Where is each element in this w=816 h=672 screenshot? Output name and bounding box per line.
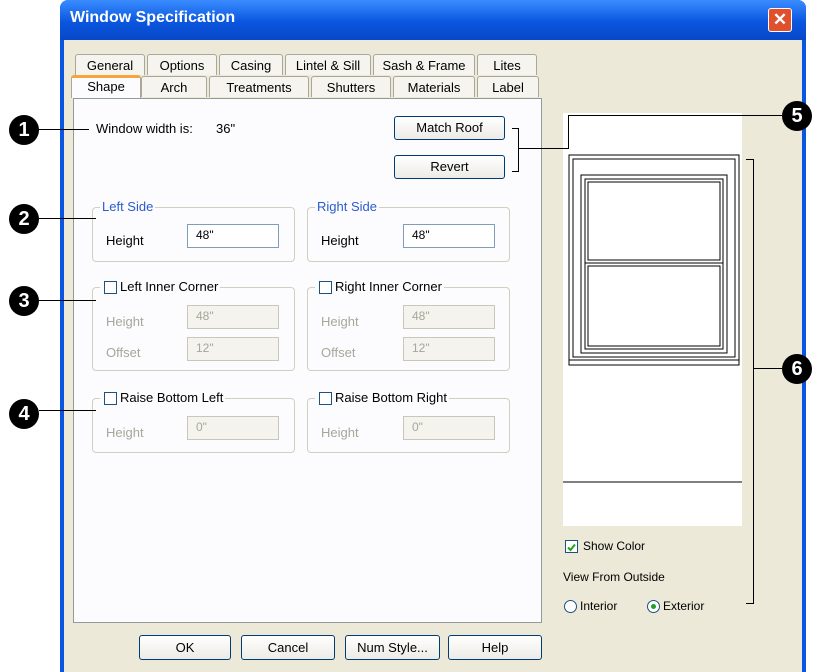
- tab-materials[interactable]: Materials: [393, 76, 475, 97]
- checkmark-icon: [567, 543, 576, 552]
- callout-4-leader: [39, 410, 96, 411]
- tab-shape[interactable]: Shape: [71, 75, 141, 98]
- right-side-legend: Right Side: [315, 199, 379, 214]
- num-style-button[interactable]: Num Style...: [345, 635, 440, 660]
- callout-2: 2: [9, 204, 39, 234]
- left-inner-height-field[interactable]: 48": [187, 305, 279, 329]
- view-from-outside-label: View From Outside: [563, 570, 665, 584]
- revert-button[interactable]: Revert: [394, 155, 505, 179]
- callout-6: 6: [782, 354, 812, 384]
- left-inner-height-label: Height: [106, 314, 144, 329]
- callout-5-bracket: [518, 128, 519, 172]
- callout-6-leader: [753, 368, 782, 369]
- exterior-radio[interactable]: [647, 600, 660, 613]
- left-inner-corner-checkbox[interactable]: [104, 281, 117, 294]
- raise-bottom-right-legend: Raise Bottom Right: [315, 390, 449, 405]
- close-button[interactable]: ✕: [768, 8, 792, 32]
- callout-4: 4: [9, 399, 39, 429]
- radio-selected-dot: [651, 604, 656, 609]
- right-inner-offset-field[interactable]: 12": [403, 337, 495, 361]
- interior-label: Interior: [580, 599, 618, 613]
- callout-6-bracket-bottom: [746, 603, 754, 604]
- raise-bottom-left-legend: Raise Bottom Left: [100, 390, 226, 405]
- tab-sash-frame[interactable]: Sash & Frame: [373, 54, 475, 75]
- callout-5-leader-drop: [568, 115, 569, 148]
- title-bar[interactable]: Window Specification ✕: [60, 0, 806, 40]
- raise-bottom-left-height-label: Height: [106, 425, 144, 440]
- tab-casing[interactable]: Casing: [219, 54, 283, 75]
- tab-lites[interactable]: Lites: [477, 54, 537, 75]
- left-inner-offset-label: Offset: [106, 345, 141, 360]
- callout-6-bracket-top: [746, 159, 754, 160]
- window-preview-panel: [563, 113, 742, 526]
- tab-shutters[interactable]: Shutters: [311, 76, 391, 97]
- tab-general[interactable]: General: [75, 54, 145, 75]
- callout-5-leader-join: [518, 148, 569, 149]
- callout-3-leader: [39, 300, 96, 301]
- show-color-checkbox[interactable]: [565, 540, 578, 553]
- left-side-height-label: Height: [106, 233, 144, 248]
- callout-2-leader: [39, 218, 96, 219]
- tab-treatments[interactable]: Treatments: [209, 76, 309, 97]
- left-side-legend: Left Side: [100, 199, 156, 214]
- exterior-label: Exterior: [663, 599, 705, 613]
- callout-3: 3: [9, 286, 39, 316]
- right-inner-corner-checkbox[interactable]: [319, 281, 332, 294]
- right-inner-height-label: Height: [321, 314, 359, 329]
- callout-1: 1: [9, 115, 39, 145]
- left-inner-corner-legend: Left Inner Corner: [100, 279, 221, 294]
- interior-radio[interactable]: [564, 600, 577, 613]
- raise-bottom-right-checkbox[interactable]: [319, 392, 332, 405]
- right-side-height-field[interactable]: 48": [403, 224, 495, 248]
- ok-button[interactable]: OK: [139, 635, 231, 660]
- callout-5: 5: [782, 101, 812, 131]
- tab-lintel-sill[interactable]: Lintel & Sill: [285, 54, 371, 75]
- left-side-height-field[interactable]: 48": [187, 224, 279, 248]
- tab-options[interactable]: Options: [147, 54, 217, 75]
- callout-5-leader: [568, 115, 782, 116]
- raise-bottom-right-height-label: Height: [321, 425, 359, 440]
- show-color-label: Show Color: [583, 539, 646, 553]
- right-inner-corner-legend: Right Inner Corner: [315, 279, 444, 294]
- callout-5-bracket-top: [512, 128, 519, 129]
- right-inner-height-field[interactable]: 48": [403, 305, 495, 329]
- right-side-height-label: Height: [321, 233, 359, 248]
- tab-arch[interactable]: Arch: [141, 76, 207, 97]
- match-roof-button[interactable]: Match Roof: [394, 116, 505, 140]
- callout-6-bracket: [753, 159, 754, 604]
- raise-bottom-left-height-field[interactable]: 0": [187, 416, 279, 440]
- close-icon: ✕: [772, 10, 788, 29]
- tab-label[interactable]: Label: [477, 76, 539, 97]
- callout-5-bracket-bottom: [512, 171, 519, 172]
- window-width-value: 36": [216, 121, 236, 136]
- raise-bottom-left-checkbox[interactable]: [104, 392, 117, 405]
- right-inner-offset-label: Offset: [321, 345, 356, 360]
- dialog-title: Window Specification: [70, 9, 236, 26]
- raise-bottom-right-height-field[interactable]: 0": [403, 416, 495, 440]
- help-button[interactable]: Help: [448, 635, 542, 660]
- window-width-label: Window width is:: [96, 121, 193, 136]
- left-inner-offset-field[interactable]: 12": [187, 337, 279, 361]
- callout-1-leader: [39, 129, 89, 130]
- window-elevation-drawing: [563, 154, 742, 483]
- cancel-button[interactable]: Cancel: [241, 635, 335, 660]
